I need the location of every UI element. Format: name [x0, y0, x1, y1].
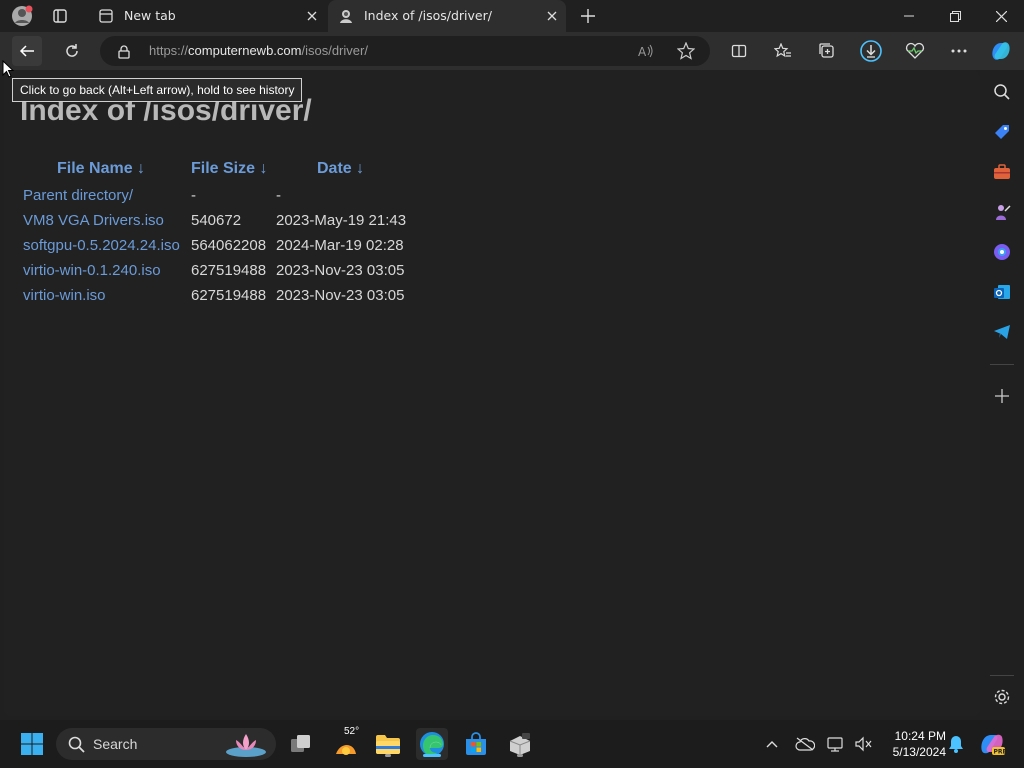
date-cell: 2023-May-19 21:43: [276, 212, 407, 229]
profile-avatar-icon[interactable]: [8, 4, 36, 28]
file-size-cell: -: [191, 187, 196, 204]
virtual-machine-app-icon[interactable]: [504, 728, 536, 760]
close-tab-icon[interactable]: [544, 8, 560, 24]
minimize-button[interactable]: [886, 0, 932, 32]
favorites-icon[interactable]: [768, 36, 798, 66]
date-cell: -: [276, 187, 281, 204]
svg-text:A: A: [638, 45, 647, 59]
weather-sun-icon: [334, 738, 358, 760]
running-indicator: [385, 754, 391, 757]
date-cell: 2023-Nov-23 03:05: [276, 262, 405, 279]
telegram-icon[interactable]: [990, 320, 1014, 344]
refresh-button[interactable]: [57, 36, 87, 66]
date-cell: 2023-Nov-23 03:05: [276, 287, 405, 304]
tab-bar: New tab Index of /isos/driver/: [0, 0, 1024, 32]
close-tab-icon[interactable]: [304, 8, 320, 24]
volume-muted-icon[interactable]: [848, 728, 878, 760]
date-cell: 2024-Mar-19 02:28: [276, 237, 404, 254]
search-label: Search: [93, 736, 138, 752]
file-link[interactable]: VM8 VGA Drivers.iso: [23, 212, 164, 229]
file-size-cell: 564062208: [191, 237, 267, 254]
network-icon[interactable]: [820, 728, 850, 760]
file-size-cell: 627519488: [191, 287, 267, 304]
microsoft-365-icon[interactable]: [990, 240, 1014, 264]
back-button[interactable]: [12, 36, 42, 66]
url-text: https://computernewb.com/isos/driver/: [149, 43, 368, 58]
downloads-icon[interactable]: [856, 36, 886, 66]
taskbar: Search 52° 10:24 PM 5/13/2024 PRE: [0, 720, 1024, 768]
tools-icon[interactable]: [990, 160, 1014, 184]
file-explorer-icon[interactable]: [372, 728, 404, 760]
parent-directory-link[interactable]: Parent directory/: [23, 187, 133, 204]
sidebar-settings-gear-icon[interactable]: [990, 685, 1014, 709]
file-size-header[interactable]: File Size ↓: [191, 160, 267, 178]
copilot-icon[interactable]: [986, 36, 1016, 66]
system-clock[interactable]: 10:24 PM 5/13/2024: [893, 728, 946, 760]
weather-temperature: 52°: [344, 726, 360, 737]
back-button-tooltip: Click to go back (Alt+Left arrow), hold …: [12, 78, 303, 102]
page-content: Index of /isos/driver/ File Name ↓ File …: [4, 70, 980, 716]
collections-icon[interactable]: [812, 36, 842, 66]
file-name-header[interactable]: File Name ↓: [57, 160, 145, 178]
lock-icon: [118, 44, 130, 63]
date-header[interactable]: Date ↓: [317, 160, 364, 178]
games-icon[interactable]: [990, 200, 1014, 224]
show-hidden-icons-chevron-icon[interactable]: [756, 728, 788, 760]
start-button-icon[interactable]: [16, 728, 48, 760]
outlook-icon[interactable]: [990, 280, 1014, 304]
read-aloud-icon[interactable]: A: [638, 43, 654, 63]
taskbar-search-box[interactable]: Search: [56, 728, 276, 760]
file-link[interactable]: virtio-win-0.1.240.iso: [23, 262, 161, 279]
browser-essentials-icon[interactable]: [900, 36, 930, 66]
new-tab-button[interactable]: [576, 4, 600, 28]
add-sidebar-app-icon[interactable]: [990, 384, 1014, 408]
file-link[interactable]: virtio-win.iso: [23, 287, 106, 304]
more-menu-icon[interactable]: [944, 36, 974, 66]
favorite-star-icon[interactable]: [676, 41, 696, 64]
new-tab-icon: [98, 8, 114, 27]
task-view-icon[interactable]: [285, 728, 317, 760]
running-indicator: [517, 754, 523, 757]
restore-button[interactable]: [932, 0, 978, 32]
active-app-indicator: [423, 754, 441, 757]
search-icon: [68, 736, 85, 757]
close-window-button[interactable]: [978, 0, 1024, 32]
sidebar-divider: [990, 675, 1014, 676]
address-bar[interactable]: https://computernewb.com/isos/driver/ A: [100, 36, 710, 66]
file-size-cell: 540672: [191, 212, 242, 229]
sidebar-divider: [990, 364, 1014, 365]
shopping-tag-icon[interactable]: [990, 120, 1014, 144]
onedrive-offline-icon[interactable]: [790, 728, 820, 760]
split-screen-icon[interactable]: [724, 36, 754, 66]
tab-actions-icon[interactable]: [48, 6, 72, 26]
weather-widget[interactable]: 52°: [330, 726, 362, 760]
tab-title: Index of /isos/driver/: [364, 8, 492, 23]
copilot-pre-icon[interactable]: PRE: [976, 728, 1008, 760]
mouse-cursor-icon: [2, 59, 15, 82]
tab-title: New tab: [124, 8, 176, 23]
browser-toolbar: https://computernewb.com/isos/driver/ A: [0, 32, 1024, 70]
search-icon[interactable]: [990, 80, 1014, 104]
clock-date: 5/13/2024: [892, 745, 946, 759]
microsoft-store-icon[interactable]: [460, 728, 492, 760]
clock-time: 10:24 PM: [894, 729, 946, 743]
search-highlight-lotus-icon: [224, 730, 268, 762]
notifications-bell-icon[interactable]: [942, 728, 970, 760]
tab-new-tab[interactable]: New tab: [88, 0, 326, 32]
file-size-cell: 627519488: [191, 262, 267, 279]
site-favicon-icon: [338, 8, 354, 27]
edge-browser-icon[interactable]: [416, 728, 448, 760]
svg-text:PRE: PRE: [994, 749, 1007, 756]
tab-index-driver[interactable]: Index of /isos/driver/: [328, 0, 566, 32]
file-link[interactable]: softgpu-0.5.2024.24.iso: [23, 237, 180, 254]
edge-sidebar: [980, 70, 1024, 716]
